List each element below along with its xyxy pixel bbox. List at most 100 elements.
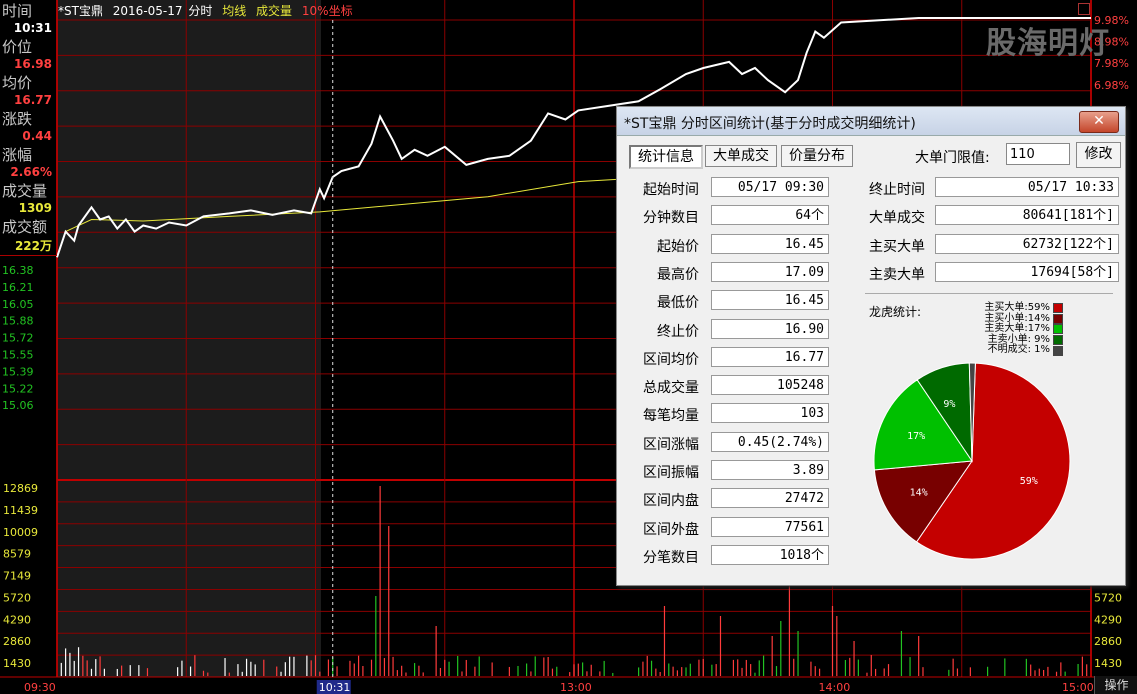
stock-name: *ST宝鼎: [58, 4, 103, 18]
stat-label: 终止价: [657, 323, 699, 340]
volume-tick-label: 11439: [3, 504, 38, 517]
stat-label: 大单成交: [869, 210, 925, 227]
time-tick-label: 14:00: [819, 681, 851, 694]
chart-header: *ST宝鼎 2016-05-17 分时 均线 成交量 10%坐标: [58, 2, 359, 18]
tab-large-orders[interactable]: 大单成交: [705, 145, 777, 167]
stat-label: 起始价: [657, 238, 699, 255]
volume-tick-label: 1430: [3, 657, 31, 670]
pie-slice-label: 17%: [907, 431, 925, 442]
volume-tick-label: 8579: [3, 548, 31, 561]
avg-value: 16.77: [14, 93, 52, 107]
change-label: 涨跌: [2, 110, 33, 128]
stat-value: 27472: [711, 488, 829, 509]
time-tick-label: 15:00: [1062, 681, 1094, 694]
coord-mode[interactable]: 10%坐标: [302, 4, 353, 18]
legend-swatch: [1053, 324, 1063, 335]
volume-value: 1309: [18, 201, 52, 215]
pie-legend: 主买大单:59% 主买小单:14% 主卖大单:17% 主卖小单: 9% 不明成交: 1%: [983, 302, 1063, 356]
volume-tick-label: 2860: [3, 635, 31, 648]
pct-tick-label: 6.98%: [1094, 79, 1129, 92]
stat-label: 总成交量: [643, 380, 699, 397]
time-tick-label: 10:31: [319, 681, 351, 694]
stat-label: 区间振幅: [643, 465, 699, 481]
stat-label: 终止时间: [869, 182, 925, 198]
volume-legend: 成交量: [256, 4, 293, 18]
pie-chart: 59% 14% 17% 9%: [873, 362, 1071, 560]
stat-label: 最低价: [657, 295, 699, 312]
tab-price-volume[interactable]: 价量分布: [781, 145, 853, 167]
volume-tick-label-right: 1430: [1094, 657, 1122, 670]
legend-text: 主买大单:59%: [984, 302, 1050, 313]
stat-label: 区间涨幅: [643, 436, 699, 453]
volume-tick-label: 10009: [3, 526, 38, 539]
stat-value: 1018个: [711, 544, 829, 565]
time-tick-label: 09:30: [24, 681, 56, 694]
avg-line-legend: 均线: [222, 4, 247, 18]
stat-label: 分钟数目: [643, 210, 699, 227]
amount-value: 222万: [14, 239, 52, 253]
pct-label: 涨幅: [2, 146, 33, 164]
volume-tick-label: 12869: [3, 482, 38, 495]
stat-value: 05/17 09:30: [711, 177, 829, 197]
close-button[interactable]: ✕: [1079, 111, 1119, 133]
stat-value: 17694[58个]: [935, 261, 1119, 282]
stat-value: 16.45: [711, 233, 829, 254]
volume-tick-label: 5720: [3, 591, 31, 604]
price-value: 16.98: [14, 57, 52, 71]
change-value: 0.44: [22, 129, 52, 143]
tab-stats-info[interactable]: 统计信息: [629, 145, 703, 169]
pct-value: 2.66%: [10, 165, 52, 179]
legend-swatch: [1053, 313, 1063, 324]
time-tick-label: 13:00: [560, 681, 592, 694]
price-tick-label: 16.38: [2, 264, 34, 277]
price-tick-label: 15.22: [2, 382, 34, 395]
avg-label: 均价: [2, 74, 33, 92]
dialog-titlebar[interactable]: *ST宝鼎 分时区间统计(基于分时成交明细统计) ✕: [617, 107, 1125, 136]
edit-button[interactable]: 修改: [1076, 142, 1121, 168]
volume-tick-label-right: 4290: [1094, 613, 1122, 626]
stat-value: 77561: [711, 516, 829, 537]
stat-value: 16.77: [711, 346, 829, 367]
stat-value: 62732[122个]: [935, 233, 1119, 254]
restore-icon[interactable]: [1078, 3, 1090, 15]
stat-value: 17.09: [711, 261, 829, 282]
threshold-label: 大单门限值:: [915, 150, 990, 166]
time-value: 10:31: [13, 21, 52, 35]
legend-item: 主买大单:59%: [983, 302, 1063, 314]
price-label: 价位: [2, 38, 33, 56]
stat-label: 分笔数目: [643, 549, 699, 566]
volume-tick-label-right: 5720: [1094, 591, 1122, 604]
stat-label: 区间内盘: [643, 493, 699, 510]
quote-info-panel: 时间 10:31 价位 16.98 均价 16.77 涨跌 0.44 涨幅 2.…: [0, 0, 57, 256]
legend-swatch: [1053, 303, 1063, 314]
legend-text: 不明成交: 1%: [987, 344, 1050, 356]
stat-value: 64个: [711, 205, 829, 226]
legend-swatch: [1053, 345, 1063, 356]
stat-value: 05/17 10:33: [935, 177, 1119, 197]
amount-label: 成交额: [2, 218, 48, 236]
price-tick-label: 15.55: [2, 349, 34, 362]
interval-stats-dialog: *ST宝鼎 分时区间统计(基于分时成交明细统计) ✕ 统计信息 大单成交 价量分…: [616, 106, 1126, 586]
threshold-input[interactable]: 110: [1006, 143, 1070, 165]
stat-label: 每笔均量: [643, 408, 699, 425]
price-tick-label: 15.06: [2, 399, 34, 412]
legend-item: 不明成交: 1%: [983, 345, 1063, 356]
stat-label: 主卖大单: [869, 266, 925, 283]
volume-tick-label: 4290: [3, 613, 31, 626]
stat-value: 105248: [711, 375, 829, 396]
stat-value: 16.45: [711, 290, 829, 311]
legend-swatch: [1053, 335, 1063, 346]
operate-button[interactable]: 操作: [1094, 676, 1137, 694]
time-label: 时间: [2, 2, 33, 20]
stat-value: 16.90: [711, 318, 829, 339]
price-tick-label: 15.88: [2, 315, 34, 328]
pie-slice-label: 9%: [943, 399, 955, 410]
stat-value: 3.89: [711, 460, 829, 480]
dialog-title: *ST宝鼎 分时区间统计(基于分时成交明细统计): [624, 116, 916, 132]
volume-label: 成交量: [2, 182, 48, 200]
volume-tick-label-right: 2860: [1094, 635, 1122, 648]
price-tick-label: 15.72: [2, 332, 34, 345]
pie-title: 龙虎统计:: [869, 305, 922, 319]
price-tick-label: 15.39: [2, 365, 34, 378]
price-tick-label: 16.21: [2, 281, 34, 294]
